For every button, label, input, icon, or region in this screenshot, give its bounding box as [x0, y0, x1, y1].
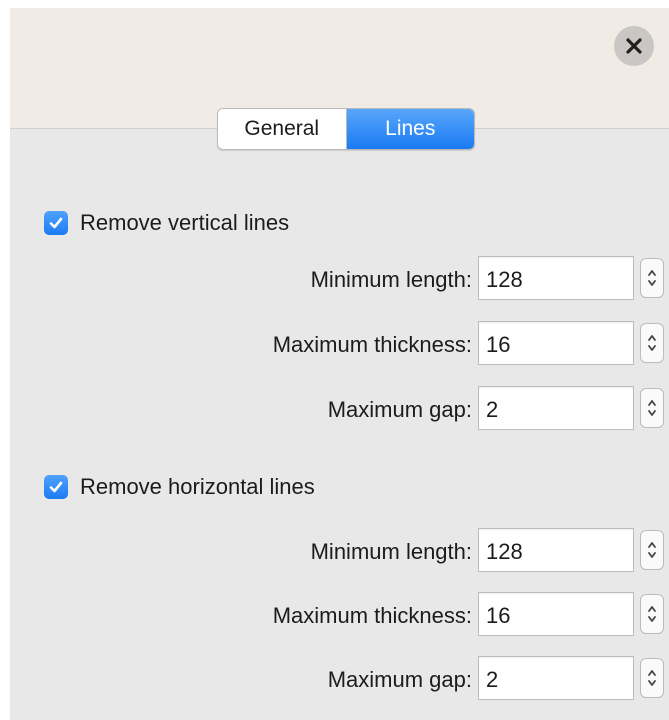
checkmark-icon — [49, 481, 63, 493]
vertical-min-length-label: Minimum length: — [310, 267, 472, 292]
vertical-max-gap-stepper[interactable] — [640, 388, 664, 428]
tab-lines[interactable]: Lines — [346, 109, 474, 149]
close-button[interactable] — [614, 26, 654, 66]
stepper-arrows-icon — [648, 270, 656, 286]
horizontal-max-gap-row: Maximum gap: 2 — [0, 656, 669, 704]
stepper-arrows-icon — [648, 335, 656, 351]
remove-vertical-lines-row[interactable]: Remove vertical lines — [44, 210, 289, 236]
vertical-max-thickness-input[interactable]: 16 — [478, 321, 634, 365]
remove-vertical-lines-label: Remove vertical lines — [80, 210, 290, 235]
remove-vertical-lines-checkbox[interactable] — [44, 211, 68, 235]
tab-general[interactable]: General — [218, 109, 347, 149]
horizontal-max-thickness-row: Maximum thickness: 16 — [0, 592, 669, 640]
horizontal-min-length-label: Minimum length: — [310, 539, 472, 564]
vertical-max-thickness-row: Maximum thickness: 16 — [0, 321, 669, 369]
horizontal-max-gap-stepper[interactable] — [640, 658, 664, 698]
close-icon — [626, 38, 642, 54]
vertical-max-gap-input[interactable]: 2 — [478, 386, 634, 430]
tab-bar: General Lines — [217, 108, 475, 150]
horizontal-max-thickness-input[interactable]: 16 — [478, 592, 634, 636]
stepper-arrows-icon — [648, 606, 656, 622]
remove-horizontal-lines-label: Remove horizontal lines — [80, 474, 315, 499]
horizontal-max-thickness-stepper[interactable] — [640, 594, 664, 634]
remove-horizontal-lines-row[interactable]: Remove horizontal lines — [44, 474, 315, 500]
horizontal-max-gap-input[interactable]: 2 — [478, 656, 634, 700]
stepper-arrows-icon — [648, 670, 656, 686]
vertical-max-gap-label: Maximum gap: — [327, 397, 472, 422]
remove-horizontal-lines-checkbox[interactable] — [44, 475, 68, 499]
stepper-arrows-icon — [648, 400, 656, 416]
vertical-min-length-input[interactable]: 128 — [478, 256, 634, 300]
checkmark-icon — [49, 217, 63, 229]
stepper-arrows-icon — [648, 542, 656, 558]
horizontal-min-length-input[interactable]: 128 — [478, 528, 634, 572]
vertical-max-thickness-stepper[interactable] — [640, 323, 664, 363]
horizontal-min-length-stepper[interactable] — [640, 530, 664, 570]
vertical-max-gap-row: Maximum gap: 2 — [0, 386, 669, 434]
vertical-max-thickness-label: Maximum thickness: — [272, 332, 472, 357]
horizontal-max-thickness-label: Maximum thickness: — [272, 603, 472, 628]
vertical-min-length-row: Minimum length: 128 — [0, 256, 669, 304]
horizontal-min-length-row: Minimum length: 128 — [0, 528, 669, 576]
vertical-min-length-stepper[interactable] — [640, 258, 664, 298]
horizontal-max-gap-label: Maximum gap: — [327, 667, 472, 692]
